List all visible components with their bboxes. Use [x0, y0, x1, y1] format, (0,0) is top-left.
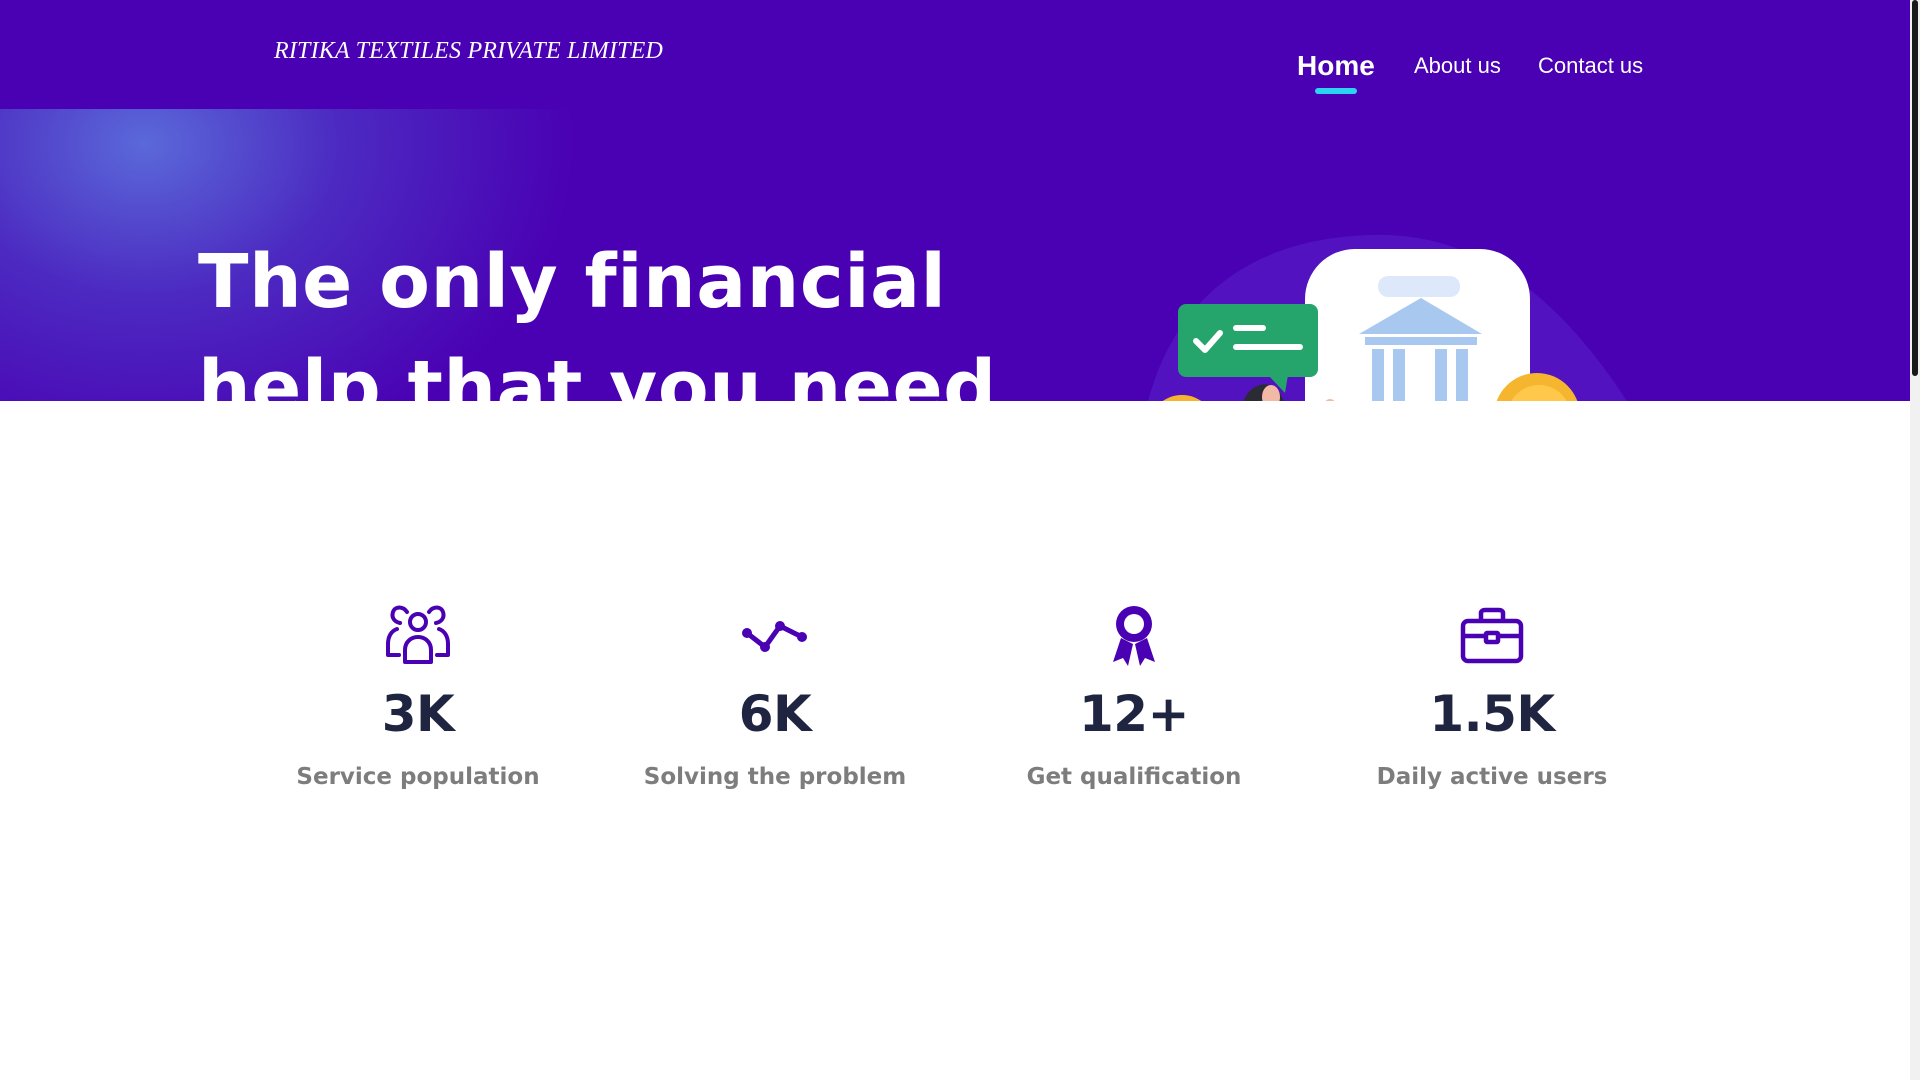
- stats-section: 3K Service population 6K Solving the pro…: [0, 600, 1910, 850]
- active-nav-indicator: [1315, 88, 1357, 94]
- stat-label: Get qualification: [1026, 764, 1242, 790]
- briefcase-icon: [1460, 607, 1524, 664]
- nav-about-link[interactable]: About us: [1414, 53, 1501, 79]
- nav-home-link[interactable]: Home: [1297, 50, 1375, 82]
- trend-line-icon: [742, 621, 807, 652]
- hero-section: The only financial help that you need: [0, 109, 1910, 401]
- scrollbar-thumb[interactable]: [1912, 0, 1918, 376]
- award-ribbon-icon: [1113, 606, 1155, 666]
- stat-value: 3K: [381, 685, 455, 743]
- nav-contact-link[interactable]: Contact us: [1538, 53, 1643, 79]
- stat-value: 6K: [738, 685, 812, 743]
- stat-solving-problem: 6K Solving the problem: [610, 600, 940, 790]
- stat-value: 1.5K: [1429, 685, 1555, 743]
- hero-title: The only financial help that you need: [198, 229, 1098, 401]
- hero-illustration: [1148, 234, 1627, 401]
- users-group-icon: [386, 605, 450, 664]
- main-nav: Home About us Contact us: [0, 48, 1910, 98]
- stat-label: Service population: [296, 764, 540, 790]
- site-header: RITIKA TEXTILES PRIVATE LIMITED Home Abo…: [0, 0, 1910, 109]
- hero-title-line2: help that you need: [198, 345, 997, 401]
- stat-label: Solving the problem: [643, 764, 907, 790]
- hero-title-line1: The only financial: [198, 239, 947, 325]
- stat-qualification: 12+ Get qualification: [969, 600, 1299, 790]
- stat-daily-active-users: 1.5K Daily active users: [1327, 600, 1657, 790]
- page: RITIKA TEXTILES PRIVATE LIMITED Home Abo…: [0, 0, 1920, 1080]
- stat-label: Daily active users: [1376, 764, 1608, 790]
- stat-service-population: 3K Service population: [253, 600, 583, 790]
- stat-value: 12+: [1079, 685, 1189, 743]
- page-scrollbar[interactable]: [1910, 0, 1920, 1080]
